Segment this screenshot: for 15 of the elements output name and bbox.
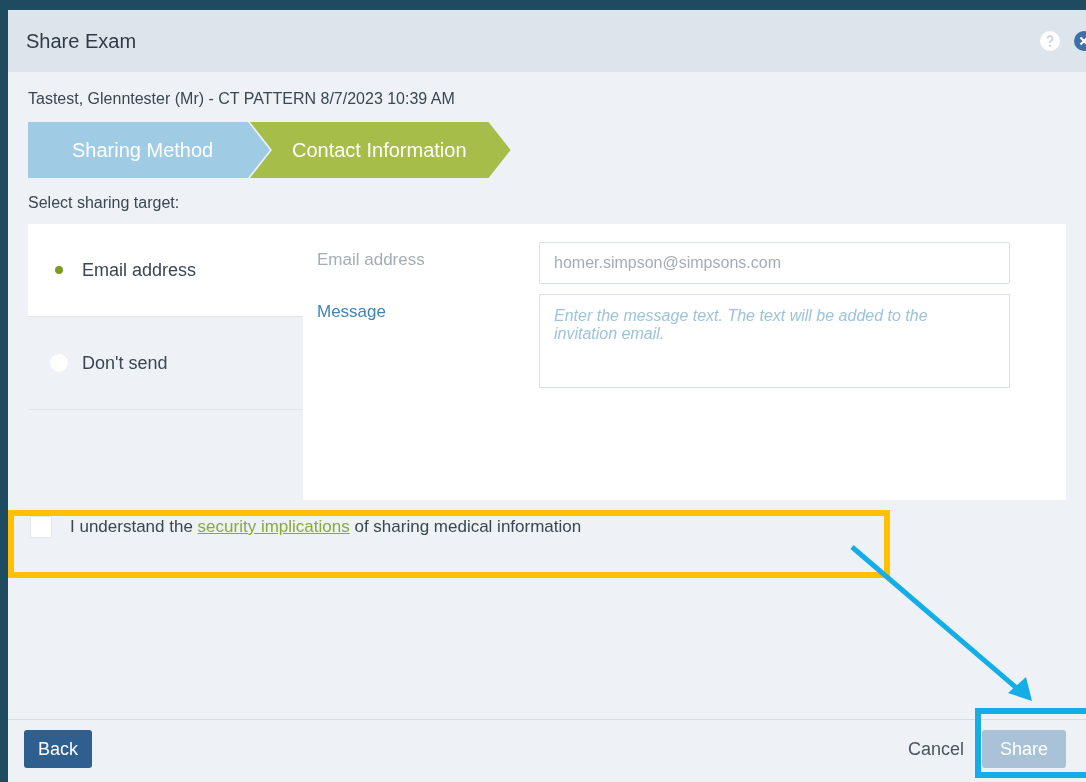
message-field[interactable]: Enter the message text. The text will be added to the invitation email. bbox=[539, 294, 1010, 388]
acknowledgement-text: I understand the security implications of sharing medical information bbox=[70, 517, 582, 537]
wizard-step[interactable]: Sharing Method bbox=[28, 122, 270, 178]
field-label: Email address bbox=[317, 249, 426, 270]
exam-summary: Tastest, Glenntester (Mr) - CT PATTERN 8/7/2023 10:39 AM bbox=[28, 90, 456, 108]
target-prompt: Select sharing target: bbox=[28, 194, 181, 212]
field-label: Message bbox=[317, 301, 387, 322]
checkbox[interactable] bbox=[30, 516, 52, 538]
security-link[interactable]: security implications bbox=[197, 517, 350, 536]
wizard-step[interactable]: Contact Information bbox=[250, 122, 511, 178]
target-option[interactable]: Email address bbox=[28, 224, 303, 317]
back-button[interactable]: Back bbox=[24, 730, 93, 768]
cancel-button[interactable]: Cancel bbox=[903, 730, 968, 768]
help-icon[interactable] bbox=[1040, 31, 1060, 51]
dialog-title: Share Exam bbox=[26, 29, 138, 53]
